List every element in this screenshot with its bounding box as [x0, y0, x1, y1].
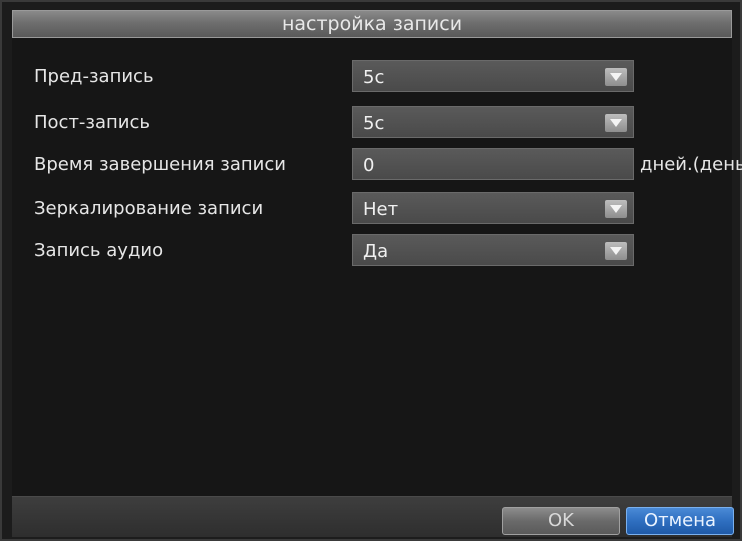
ok-button[interactable]: OK [502, 507, 620, 535]
pre-record-label: Пред-запись [34, 66, 154, 87]
chevron-down-icon[interactable] [605, 200, 627, 218]
post-record-dropdown[interactable]: 5с [352, 106, 634, 138]
pre-record-dropdown[interactable]: 5с [352, 60, 634, 92]
audio-record-value: Да [363, 241, 389, 262]
mirror-record-dropdown[interactable]: Нет [352, 192, 634, 224]
setting-row-mirror-record: Зеркалирование записи Нет [34, 192, 742, 226]
audio-record-label: Запись аудио [34, 240, 164, 261]
chevron-down-icon[interactable] [605, 68, 627, 86]
mirror-record-value: Нет [363, 199, 399, 220]
expire-time-label: Время завершения записи [34, 154, 286, 175]
record-settings-dialog: настройка записи Пред-запись 5с Пост-зап… [0, 0, 742, 541]
expire-time-value: 0 [363, 155, 375, 176]
setting-row-audio-record: Запись аудио Да [34, 234, 742, 268]
dialog-title: настройка записи [12, 10, 732, 38]
cancel-button[interactable]: Отмена [626, 507, 734, 535]
setting-row-pre-record: Пред-запись 5с [34, 60, 742, 94]
mirror-record-label: Зеркалирование записи [34, 198, 264, 219]
audio-record-dropdown[interactable]: Да [352, 234, 634, 266]
setting-row-expire-time: Время завершения записи 0 дней.(день) [34, 148, 742, 182]
post-record-value: 5с [363, 113, 385, 134]
setting-row-post-record: Пост-запись 5с [34, 106, 742, 140]
settings-panel: Пред-запись 5с Пост-запись 5с Время заве… [12, 38, 742, 496]
expire-time-input[interactable]: 0 [352, 148, 634, 180]
chevron-down-icon[interactable] [605, 114, 627, 132]
post-record-label: Пост-запись [34, 112, 150, 133]
dialog-footer: OK Отмена [12, 496, 734, 537]
expire-time-unit: дней.(день) [640, 154, 742, 175]
pre-record-value: 5с [363, 67, 385, 88]
chevron-down-icon[interactable] [605, 242, 627, 260]
